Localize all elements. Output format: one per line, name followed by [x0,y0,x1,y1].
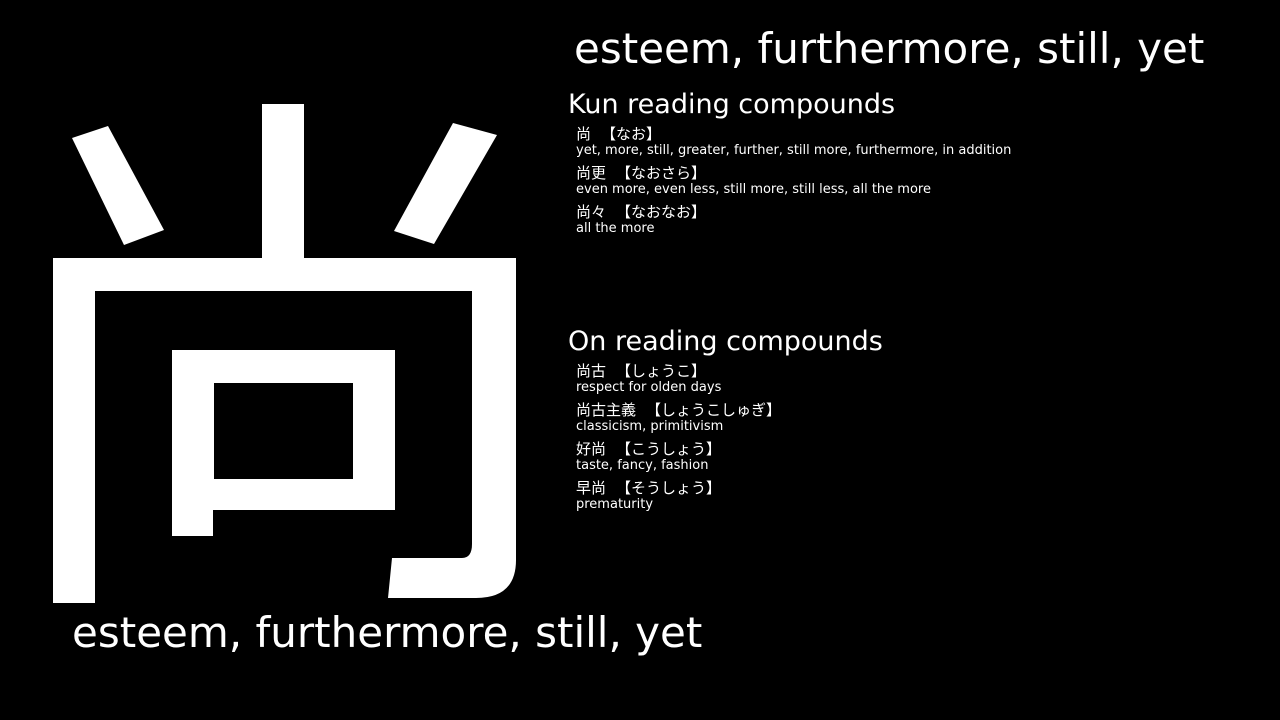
compound-gloss: all the more [576,221,655,236]
compound-head: 尚古 【しょうこ】 [576,362,1258,380]
compound-word: 尚更 [576,164,607,182]
on-compound-item: 尚古主義 【しょうこしゅぎ】 classicism, primitivism [576,401,1258,434]
kun-section-title: Kun reading compounds [568,89,896,120]
compound-head: 好尚 【こうしょう】 [576,440,1258,458]
on-compound-item: 尚古 【しょうこ】 respect for olden days [576,362,1258,395]
compound-reading: 【そうしょう】 [616,479,722,497]
compound-gloss: even more, even less, still more, still … [576,182,931,197]
kun-compound-item: 尚々 【なおなお】 all the more [576,203,1258,236]
compound-reading: 【なお】 [601,125,662,143]
compound-head: 尚【なお】 [576,125,1258,143]
on-compound-item: 早尚 【そうしょう】 prematurity [576,479,1258,512]
meaning-heading-top: esteem, furthermore, still, yet [574,24,1205,73]
kun-reading-section: Kun reading compounds 尚【なお】 yet, more, s… [568,88,1258,242]
meaning-caption-bottom: esteem, furthermore, still, yet [72,608,703,657]
compound-head: 尚更 【なおさら】 [576,164,1258,182]
kun-compound-item: 尚更 【なおさら】 even more, even less, still mor… [576,164,1258,197]
compound-reading: 【なおなお】 [616,203,707,221]
compound-gloss: respect for olden days [576,380,722,395]
compound-head: 尚々 【なおなお】 [576,203,1258,221]
on-compound-item: 好尚 【こうしょう】 taste, fancy, fashion [576,440,1258,473]
compound-head: 尚古主義 【しょうこしゅぎ】 [576,401,1258,419]
compound-gloss: taste, fancy, fashion [576,458,709,473]
on-reading-section: On reading compounds 尚古 【しょうこ】 respect fo… [568,325,1258,518]
compound-gloss: yet, more, still, greater, further, stil… [576,143,1012,158]
compound-reading: 【なおさら】 [616,164,707,182]
compound-gloss: classicism, primitivism [576,419,724,434]
compound-word: 好尚 [576,440,607,458]
compound-reading: 【しょうこしゅぎ】 [646,401,782,419]
compound-word: 尚古 [576,362,607,380]
compound-word: 尚 [576,125,592,143]
compound-word: 尚古主義 [576,401,637,419]
compound-reading: 【しょうこ】 [616,362,707,380]
compound-reading: 【こうしょう】 [616,440,722,458]
kun-compound-item: 尚【なお】 yet, more, still, greater, further… [576,125,1258,158]
compound-gloss: prematurity [576,497,654,512]
kanji-glyph [40,100,530,610]
on-section-title: On reading compounds [568,326,883,357]
compound-word: 尚々 [576,203,607,221]
compound-head: 早尚 【そうしょう】 [576,479,1258,497]
compound-word: 早尚 [576,479,607,497]
